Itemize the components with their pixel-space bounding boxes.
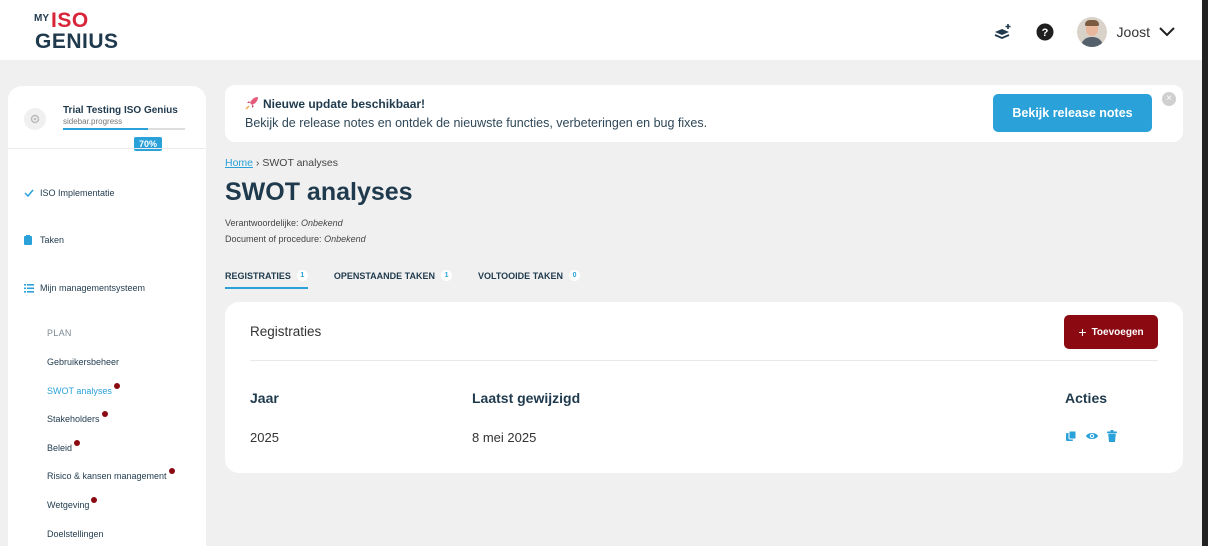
sidebar-subitem-label: Stakeholders <box>47 414 100 424</box>
trial-subtitle: sidebar.progress <box>63 117 123 126</box>
sidebar-subitem-label: Wetgeving <box>47 500 90 510</box>
page-title: SWOT analyses <box>225 178 413 206</box>
sidebar-subitem-label: Gebruikersbeheer <box>47 357 120 367</box>
sidebar-subitem-label: Doelstellingen <box>47 529 104 539</box>
logo-iso: ISO <box>51 9 89 32</box>
sidebar-subitem-risico-kansen[interactable]: Risico & kansen management <box>47 468 175 481</box>
sidebar-subitem-beleid[interactable]: Beleid <box>47 440 81 453</box>
sidebar-subitem-stakeholders[interactable]: Stakeholders <box>47 411 108 424</box>
responsible-value: Onbekend <box>301 218 343 228</box>
release-notes-button[interactable]: Bekijk release notes <box>993 94 1152 132</box>
tab-voltooide-taken[interactable]: VOLTOOIDE TAKEN 0 <box>478 270 581 289</box>
window-scrollbar[interactable] <box>1202 0 1208 546</box>
clipboard-icon <box>24 235 34 245</box>
notification-dot <box>113 383 120 389</box>
document-meta: Document of procedure: Onbekend <box>225 234 366 244</box>
copy-icon[interactable] <box>1065 430 1077 442</box>
notification-dot <box>168 468 175 474</box>
sidebar-subitem-label: SWOT analyses <box>47 386 112 396</box>
tab-count-badge: 1 <box>296 270 308 281</box>
logo-genius: GENIUS <box>35 30 119 53</box>
plus-icon: + <box>1078 324 1087 340</box>
banner-title-row: Nieuwe update beschikbaar! <box>245 96 425 113</box>
sidebar-item-label: Mijn managementsysteem <box>40 283 146 293</box>
user-avatar[interactable] <box>1076 17 1107 47</box>
breadcrumb: Home › SWOT analyses <box>225 157 338 169</box>
sidebar-subitem-swot-analyses[interactable]: SWOT analyses <box>47 383 120 396</box>
card-divider <box>250 360 1158 361</box>
trial-title: Trial Testing ISO Genius <box>63 105 178 116</box>
sidebar: Trial Testing ISO Genius sidebar.progres… <box>8 86 206 546</box>
responsible-meta: Verantwoordelijke: Onbekend <box>225 218 343 228</box>
banner-title: Nieuwe update beschikbaar! <box>263 97 426 111</box>
close-icon[interactable]: × <box>1162 92 1176 106</box>
document-label: Document of procedure: <box>225 234 325 244</box>
trial-progress-widget[interactable]: Trial Testing ISO Genius sidebar.progres… <box>24 102 192 154</box>
user-name[interactable]: Joost <box>1117 24 1150 40</box>
check-icon <box>24 189 34 197</box>
breadcrumb-separator: › <box>253 157 263 169</box>
notification-dot <box>91 497 98 503</box>
sidebar-item-mijn-managementsysteem[interactable]: Mijn managementsysteem <box>24 283 145 293</box>
sidebar-item-iso-implementatie[interactable]: ISO Implementatie <box>24 188 115 198</box>
trial-progress-bar <box>63 128 185 130</box>
tab-label: REGISTRATIES <box>225 270 291 281</box>
sidebar-subitem-gebruikersbeheer[interactable]: Gebruikersbeheer <box>47 357 119 367</box>
trash-icon[interactable] <box>1107 430 1117 442</box>
sidebar-item-label: ISO Implementatie <box>40 188 115 198</box>
sidebar-subitem-wetgeving[interactable]: Wetgeving <box>47 497 98 510</box>
breadcrumb-current: SWOT analyses <box>262 157 339 169</box>
layers-plus-icon[interactable] <box>993 22 1013 42</box>
sidebar-item-label: Taken <box>40 235 65 245</box>
row-actions <box>1065 430 1125 442</box>
sidebar-subitem-doelstellingen[interactable]: Doelstellingen <box>47 529 104 539</box>
sidebar-item-taken[interactable]: Taken <box>24 235 64 245</box>
document-value: Onbekend <box>324 234 366 244</box>
breadcrumb-home-link[interactable]: Home <box>225 157 253 169</box>
banner-text: Bekijk de release notes en ontdek de nie… <box>245 116 708 130</box>
table-cell-year: 2025 <box>250 430 279 445</box>
column-header-year: Jaar <box>250 390 279 406</box>
sidebar-subitem-label: Risico & kansen management <box>47 471 167 481</box>
notification-dot <box>101 411 108 417</box>
chevron-down-icon[interactable] <box>1158 26 1176 38</box>
tab-count-badge: 1 <box>441 270 453 281</box>
logo-my: MY <box>34 13 49 24</box>
sidebar-subitem-label: Beleid <box>47 443 73 453</box>
view-icon[interactable] <box>1085 431 1099 441</box>
tab-count-badge: 0 <box>569 270 581 281</box>
help-icon[interactable]: ? <box>1035 22 1055 42</box>
header-actions: ? Joost <box>993 15 1176 49</box>
update-banner: Nieuwe update beschikbaar! Bekijk de rel… <box>225 85 1183 142</box>
rocket-icon <box>245 96 259 113</box>
tab-bar: REGISTRATIES 1 OPENSTAANDE TAKEN 1 VOLTOOI… <box>225 270 606 289</box>
tab-label: OPENSTAANDE TAKEN <box>333 270 436 281</box>
gear-icon <box>24 108 46 130</box>
sidebar-section-plan: PLAN <box>47 328 72 338</box>
tab-openstaande-taken[interactable]: OPENSTAANDE TAKEN 1 <box>333 270 453 289</box>
card-title: Registraties <box>250 324 322 339</box>
registraties-card: Registraties + Toevoegen Jaar Laatst gewi… <box>225 302 1183 473</box>
add-button[interactable]: + Toevoegen <box>1064 315 1158 349</box>
notification-dot <box>74 440 81 446</box>
table-cell-modified: 8 mei 2025 <box>472 430 537 445</box>
tab-registraties[interactable]: REGISTRATIES 1 <box>225 270 308 289</box>
list-icon <box>24 283 34 293</box>
column-header-actions: Acties <box>1065 390 1108 406</box>
add-button-label: Toevoegen <box>1091 326 1144 338</box>
tab-label: VOLTOOIDE TAKEN <box>478 270 564 281</box>
responsible-label: Verantwoordelijke: <box>225 218 302 228</box>
sidebar-divider <box>8 148 206 149</box>
top-header: MY ISO GENIUS ? Joost <box>0 0 1202 60</box>
column-header-modified: Laatst gewijzigd <box>472 390 581 406</box>
svg-text:?: ? <box>1041 27 1048 39</box>
